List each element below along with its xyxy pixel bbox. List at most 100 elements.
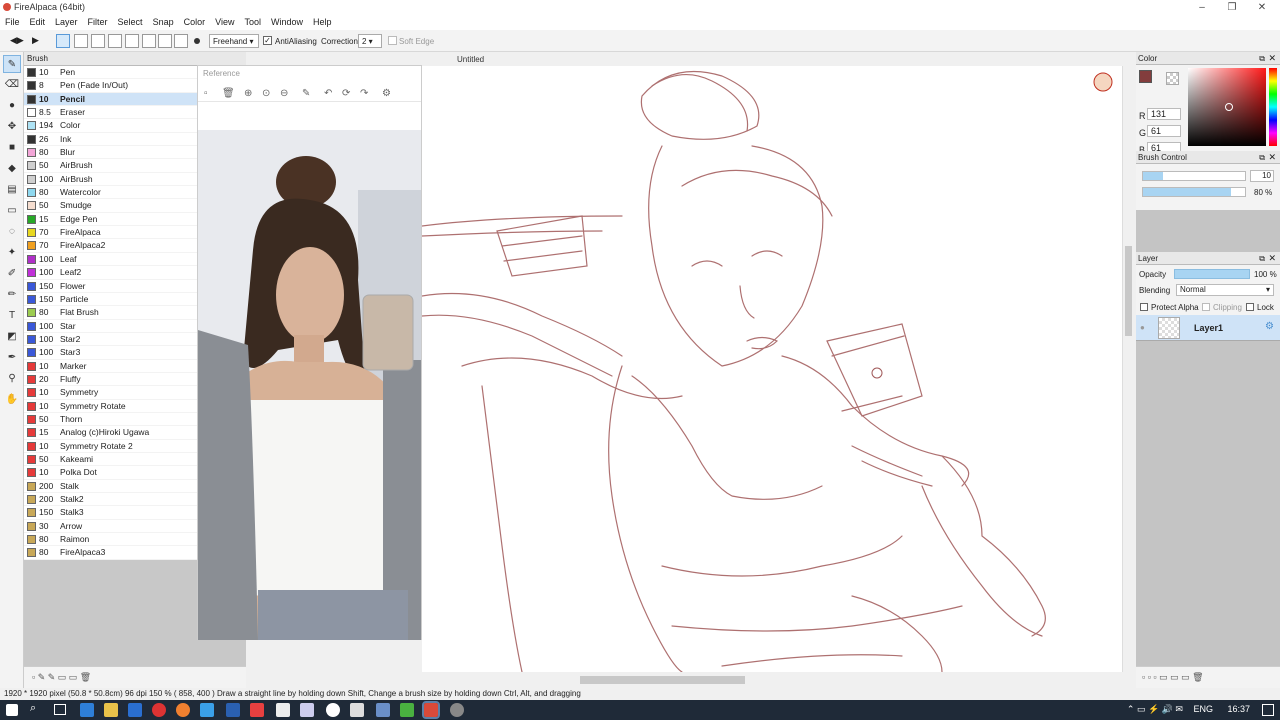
dot-tool-icon[interactable]: ● (3, 97, 21, 115)
bucket-tool-icon[interactable]: ◆ (3, 160, 21, 178)
fill-tool-icon[interactable]: ■ (3, 139, 21, 157)
snap-circle-icon[interactable] (142, 34, 156, 48)
close-icon[interactable]: ✕ (1268, 151, 1276, 164)
magic-wand-icon[interactable]: ✦ (3, 244, 21, 262)
snap-settings-icon[interactable] (174, 34, 188, 48)
eraser-tool-icon[interactable]: ⌫ (3, 76, 21, 94)
tray-icons[interactable]: ⌃ ▭ ⚡ 🔊 ✉ (1127, 704, 1183, 714)
rotate-left-icon[interactable]: ↶ (324, 88, 332, 99)
next-icon[interactable]: ▶ (32, 35, 39, 46)
menu-help[interactable]: Help (308, 15, 337, 29)
opera-icon[interactable] (152, 703, 166, 717)
select-eraser-icon[interactable]: ✏ (3, 286, 21, 304)
correction-select[interactable]: 2 ▾ (358, 34, 382, 48)
drawing-canvas[interactable] (422, 66, 1122, 672)
rotate-right-icon[interactable]: ↷ (360, 88, 368, 99)
brush-opacity-slider[interactable] (1142, 187, 1246, 197)
notifications-icon[interactable] (1262, 704, 1274, 716)
close-icon[interactable]: ✕ (1268, 252, 1276, 265)
brush-tool-icon[interactable]: ✎ (3, 55, 21, 73)
snap-parallel-icon[interactable] (74, 34, 88, 48)
menu-file[interactable]: File (0, 15, 25, 29)
mode-select[interactable]: Freehand ▾ (209, 34, 259, 48)
transparent-color-swatch[interactable] (1166, 72, 1179, 85)
reference-eyedropper-icon[interactable]: ✎ (302, 88, 310, 99)
edge-icon[interactable] (80, 703, 94, 717)
minimize-button[interactable]: – (1186, 0, 1218, 15)
app-icon-7[interactable] (200, 703, 214, 717)
text-tool-icon[interactable]: T (3, 307, 21, 325)
gradient-tool-icon[interactable]: ▤ (3, 181, 21, 199)
prev-icon[interactable]: ◀▶ (10, 35, 24, 46)
reference-open-icon[interactable]: ▫ (204, 88, 208, 99)
reference-settings-icon[interactable]: ⚙ (382, 88, 391, 99)
g-input[interactable]: 61 (1147, 125, 1181, 137)
app-icon-9[interactable] (250, 703, 264, 717)
zoom-in-icon[interactable]: ⊕ (244, 88, 252, 99)
menu-view[interactable]: View (210, 15, 239, 29)
zoom-fit-icon[interactable]: ⊙ (262, 88, 270, 99)
explorer-icon[interactable] (104, 703, 118, 717)
menu-select[interactable]: Select (113, 15, 148, 29)
visibility-icon[interactable]: ● (1140, 323, 1145, 332)
vertical-scrollbar[interactable] (1122, 66, 1134, 672)
app-icon-14[interactable] (376, 703, 390, 717)
layer-row[interactable]: ● Layer1 ⚙ (1136, 315, 1280, 341)
menu-tool[interactable]: Tool (239, 15, 266, 29)
task-view-icon[interactable] (54, 704, 66, 715)
app-icon-15[interactable] (400, 703, 414, 717)
protect-alpha-checkbox[interactable] (1140, 303, 1148, 311)
select-pen-icon[interactable]: ✐ (3, 265, 21, 283)
menu-snap[interactable]: Snap (148, 15, 179, 29)
clock[interactable]: 16:37 (1227, 704, 1250, 714)
reference-delete-icon[interactable]: 🗑 (222, 88, 235, 99)
gear-icon[interactable]: ⚙ (1265, 321, 1274, 332)
app-icon-13[interactable] (350, 703, 364, 717)
menu-color[interactable]: Color (179, 15, 211, 29)
maximize-button[interactable]: ❐ (1216, 0, 1248, 15)
app-icon-8[interactable] (226, 703, 240, 717)
rotate-reset-icon[interactable]: ⟳ (342, 88, 350, 99)
snap-radial-icon[interactable] (125, 34, 139, 48)
lock-checkbox[interactable] (1246, 303, 1254, 311)
windows-start-icon[interactable] (6, 704, 18, 716)
notepad-icon[interactable] (276, 703, 290, 717)
chrome-icon[interactable] (326, 703, 340, 717)
close-icon[interactable]: ✕ (1268, 52, 1276, 65)
hue-slider[interactable] (1269, 68, 1277, 146)
menu-filter[interactable]: Filter (83, 15, 113, 29)
snap-vanishing-icon[interactable] (158, 34, 172, 48)
brush-size-value[interactable]: 10 (1250, 170, 1274, 182)
select-tool-icon[interactable]: ▭ (3, 202, 21, 220)
eyedropper-icon[interactable]: ⚲ (3, 370, 21, 388)
firealpaca-taskbar-icon[interactable] (422, 701, 440, 719)
snap-curve-icon[interactable] (108, 34, 122, 48)
menu-layer[interactable]: Layer (50, 15, 83, 29)
clipping-checkbox[interactable] (1202, 303, 1210, 311)
firefox-icon[interactable] (176, 703, 190, 717)
menu-window[interactable]: Window (266, 15, 308, 29)
snap-off-icon[interactable] (56, 34, 70, 48)
antialiasing-checkbox[interactable]: ✓ (263, 36, 272, 45)
store-icon[interactable] (128, 703, 142, 717)
brush-footer-icons[interactable]: ▫ ✎ ✎ ▭ ▭ 🗑 (32, 672, 91, 683)
soft-edge-checkbox[interactable] (388, 36, 397, 45)
r-input[interactable]: 131 (1147, 108, 1181, 120)
layer-opacity-slider[interactable] (1174, 269, 1250, 279)
close-window-button[interactable]: ✕ (1246, 0, 1278, 15)
color-square[interactable] (1188, 68, 1266, 146)
language-indicator[interactable]: ENG (1193, 704, 1213, 714)
canvas-tab[interactable]: Untitled (457, 55, 484, 64)
blending-select[interactable]: Normal ▾ (1176, 284, 1274, 296)
horizontal-scrollbar[interactable] (246, 674, 1134, 686)
layer-footer-icons[interactable]: ▫ ▫ ▫ ▭ ▭ ▭ 🗑 (1142, 672, 1204, 683)
zoom-out-icon[interactable]: ⊖ (280, 88, 288, 99)
pen-tool-icon[interactable]: ✒ (3, 349, 21, 367)
primary-color-swatch[interactable] (1139, 70, 1152, 83)
search-icon[interactable]: ⌕ (30, 702, 36, 715)
app-icon-11[interactable] (300, 703, 314, 717)
snap-grid-icon[interactable] (91, 34, 105, 48)
move-tool-icon[interactable]: ✥ (3, 118, 21, 136)
menu-edit[interactable]: Edit (25, 15, 51, 29)
divide-tool-icon[interactable]: ◩ (3, 328, 21, 346)
